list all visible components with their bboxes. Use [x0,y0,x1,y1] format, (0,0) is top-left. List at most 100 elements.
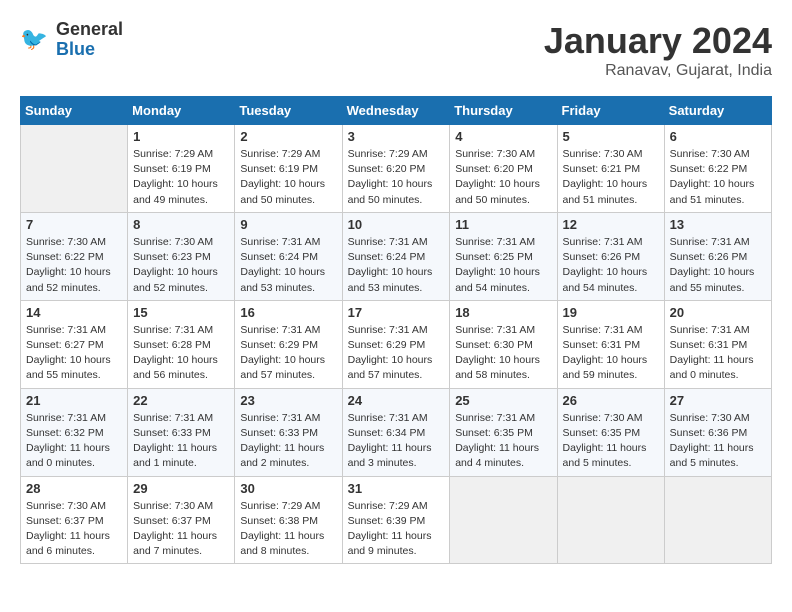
day-number: 25 [455,393,551,408]
day-info: Sunrise: 7:29 AM Sunset: 6:19 PM Dayligh… [240,147,336,208]
day-number: 12 [563,217,659,232]
calendar-cell: 21 Sunrise: 7:31 AM Sunset: 6:32 PM Dayli… [21,388,128,476]
day-number: 30 [240,481,336,496]
day-info: Sunrise: 7:31 AM Sunset: 6:32 PM Dayligh… [26,411,122,472]
calendar-header: SundayMondayTuesdayWednesdayThursdayFrid… [21,97,772,125]
day-info: Sunrise: 7:31 AM Sunset: 6:24 PM Dayligh… [348,235,445,296]
day-number: 18 [455,305,551,320]
day-info: Sunrise: 7:30 AM Sunset: 6:20 PM Dayligh… [455,147,551,208]
day-number: 11 [455,217,551,232]
day-number: 31 [348,481,445,496]
calendar-cell: 20 Sunrise: 7:31 AM Sunset: 6:31 PM Dayli… [664,300,771,388]
day-info: Sunrise: 7:31 AM Sunset: 6:31 PM Dayligh… [670,323,766,384]
calendar-cell: 30 Sunrise: 7:29 AM Sunset: 6:38 PM Dayli… [235,476,342,564]
week-row-4: 21 Sunrise: 7:31 AM Sunset: 6:32 PM Dayli… [21,388,772,476]
day-info: Sunrise: 7:30 AM Sunset: 6:21 PM Dayligh… [563,147,659,208]
day-info: Sunrise: 7:29 AM Sunset: 6:38 PM Dayligh… [240,499,336,560]
column-header-monday: Monday [128,97,235,125]
calendar-cell: 10Sunrise: 7:31 AM Sunset: 6:24 PM Dayli… [342,212,450,300]
month-title: January 2024 [544,20,772,62]
day-info: Sunrise: 7:29 AM Sunset: 6:20 PM Dayligh… [348,147,445,208]
calendar-cell: 17Sunrise: 7:31 AM Sunset: 6:29 PM Dayli… [342,300,450,388]
calendar-cell: 29 Sunrise: 7:30 AM Sunset: 6:37 PM Dayli… [128,476,235,564]
calendar-cell: 7 Sunrise: 7:30 AM Sunset: 6:22 PM Daylig… [21,212,128,300]
svg-text:🐦: 🐦 [20,26,48,51]
calendar-cell: 23 Sunrise: 7:31 AM Sunset: 6:33 PM Dayli… [235,388,342,476]
day-info: Sunrise: 7:30 AM Sunset: 6:37 PM Dayligh… [133,499,229,560]
day-number: 22 [133,393,229,408]
calendar-cell [664,476,771,564]
day-info: Sunrise: 7:29 AM Sunset: 6:19 PM Dayligh… [133,147,229,208]
logo-icon: 🐦 [20,24,52,56]
logo: 🐦 General Blue [20,20,123,60]
column-header-tuesday: Tuesday [235,97,342,125]
day-info: Sunrise: 7:31 AM Sunset: 6:31 PM Dayligh… [563,323,659,384]
calendar-cell: 4 Sunrise: 7:30 AM Sunset: 6:20 PM Daylig… [450,125,557,213]
column-header-sunday: Sunday [21,97,128,125]
calendar-cell: 1 Sunrise: 7:29 AM Sunset: 6:19 PM Daylig… [128,125,235,213]
day-info: Sunrise: 7:31 AM Sunset: 6:26 PM Dayligh… [670,235,766,296]
day-number: 29 [133,481,229,496]
week-row-2: 7 Sunrise: 7:30 AM Sunset: 6:22 PM Daylig… [21,212,772,300]
calendar-cell [21,125,128,213]
day-number: 24 [348,393,445,408]
day-number: 17 [348,305,445,320]
day-number: 20 [670,305,766,320]
day-info: Sunrise: 7:31 AM Sunset: 6:25 PM Dayligh… [455,235,551,296]
day-info: Sunrise: 7:31 AM Sunset: 6:24 PM Dayligh… [240,235,336,296]
day-info: Sunrise: 7:31 AM Sunset: 6:26 PM Dayligh… [563,235,659,296]
calendar-cell: 12 Sunrise: 7:31 AM Sunset: 6:26 PM Dayli… [557,212,664,300]
calendar-cell: 24 Sunrise: 7:31 AM Sunset: 6:34 PM Dayli… [342,388,450,476]
day-info: Sunrise: 7:31 AM Sunset: 6:35 PM Dayligh… [455,411,551,472]
day-info: Sunrise: 7:30 AM Sunset: 6:22 PM Dayligh… [26,235,122,296]
day-number: 4 [455,129,551,144]
calendar-cell: 31 Sunrise: 7:29 AM Sunset: 6:39 PM Dayli… [342,476,450,564]
day-number: 8 [133,217,229,232]
calendar-cell: 16Sunrise: 7:31 AM Sunset: 6:29 PM Dayli… [235,300,342,388]
day-number: 6 [670,129,766,144]
day-number: 28 [26,481,122,496]
calendar-cell: 18Sunrise: 7:31 AM Sunset: 6:30 PM Dayli… [450,300,557,388]
day-info: Sunrise: 7:30 AM Sunset: 6:22 PM Dayligh… [670,147,766,208]
day-info: Sunrise: 7:31 AM Sunset: 6:29 PM Dayligh… [240,323,336,384]
calendar-cell: 3Sunrise: 7:29 AM Sunset: 6:20 PM Daylig… [342,125,450,213]
week-row-3: 14Sunrise: 7:31 AM Sunset: 6:27 PM Dayli… [21,300,772,388]
calendar-cell: 6 Sunrise: 7:30 AM Sunset: 6:22 PM Daylig… [664,125,771,213]
day-number: 5 [563,129,659,144]
calendar-cell: 11 Sunrise: 7:31 AM Sunset: 6:25 PM Dayli… [450,212,557,300]
logo-text: General Blue [56,20,123,60]
column-header-thursday: Thursday [450,97,557,125]
calendar-cell: 22 Sunrise: 7:31 AM Sunset: 6:33 PM Dayli… [128,388,235,476]
calendar-cell: 27 Sunrise: 7:30 AM Sunset: 6:36 PM Dayli… [664,388,771,476]
day-number: 27 [670,393,766,408]
day-info: Sunrise: 7:31 AM Sunset: 6:27 PM Dayligh… [26,323,122,384]
column-header-wednesday: Wednesday [342,97,450,125]
day-number: 19 [563,305,659,320]
day-info: Sunrise: 7:31 AM Sunset: 6:34 PM Dayligh… [348,411,445,472]
calendar-cell: 9Sunrise: 7:31 AM Sunset: 6:24 PM Daylig… [235,212,342,300]
calendar-cell [557,476,664,564]
day-number: 15 [133,305,229,320]
title-block: January 2024 Ranavav, Gujarat, India [544,20,772,80]
day-info: Sunrise: 7:30 AM Sunset: 6:36 PM Dayligh… [670,411,766,472]
week-row-5: 28 Sunrise: 7:30 AM Sunset: 6:37 PM Dayli… [21,476,772,564]
day-info: Sunrise: 7:29 AM Sunset: 6:39 PM Dayligh… [348,499,445,560]
day-number: 21 [26,393,122,408]
day-number: 26 [563,393,659,408]
day-number: 23 [240,393,336,408]
calendar-cell: 8 Sunrise: 7:30 AM Sunset: 6:23 PM Daylig… [128,212,235,300]
day-info: Sunrise: 7:31 AM Sunset: 6:33 PM Dayligh… [133,411,229,472]
day-number: 2 [240,129,336,144]
day-info: Sunrise: 7:31 AM Sunset: 6:33 PM Dayligh… [240,411,336,472]
week-row-1: 1 Sunrise: 7:29 AM Sunset: 6:19 PM Daylig… [21,125,772,213]
day-number: 7 [26,217,122,232]
day-info: Sunrise: 7:30 AM Sunset: 6:35 PM Dayligh… [563,411,659,472]
calendar-cell: 2 Sunrise: 7:29 AM Sunset: 6:19 PM Daylig… [235,125,342,213]
day-info: Sunrise: 7:30 AM Sunset: 6:37 PM Dayligh… [26,499,122,560]
day-number: 1 [133,129,229,144]
calendar-table: SundayMondayTuesdayWednesdayThursdayFrid… [20,96,772,564]
calendar-cell: 14Sunrise: 7:31 AM Sunset: 6:27 PM Dayli… [21,300,128,388]
calendar-cell: 5 Sunrise: 7:30 AM Sunset: 6:21 PM Daylig… [557,125,664,213]
day-info: Sunrise: 7:30 AM Sunset: 6:23 PM Dayligh… [133,235,229,296]
day-number: 13 [670,217,766,232]
